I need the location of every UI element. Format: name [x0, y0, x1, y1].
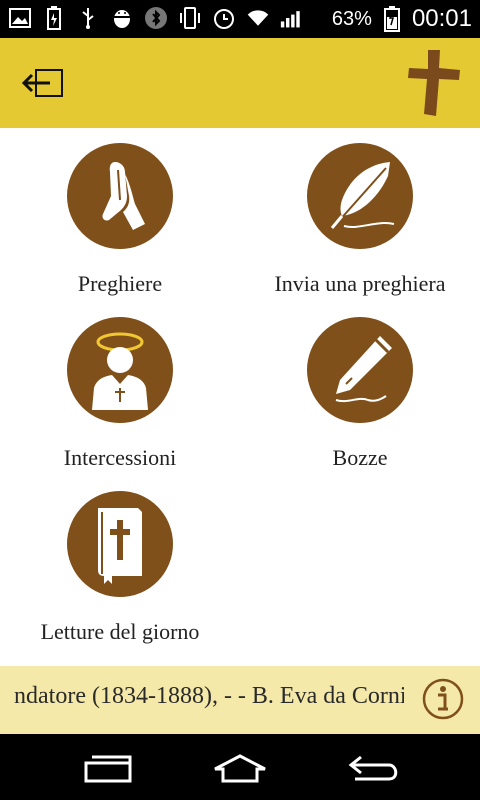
menu-label: Bozze: [332, 445, 388, 470]
status-right: 63% 00:01: [332, 4, 472, 34]
menu-item-bozze[interactable]: Bozze: [240, 317, 480, 471]
usb-icon: [76, 6, 100, 30]
status-bar: 63% 00:01: [0, 0, 480, 38]
menu-label: Preghiere: [77, 271, 163, 296]
back-icon[interactable]: [344, 748, 404, 788]
menu-label: Intercessioni: [63, 445, 177, 470]
menu-item-invia-preghiera[interactable]: Invia una preghiera: [240, 143, 480, 297]
status-left-icons: [8, 6, 304, 30]
signal-icon: [280, 6, 304, 30]
alarm-icon: [212, 6, 236, 30]
saints-ticker: ndatore (1834-1888), - - B. Eva da Corni: [0, 666, 480, 734]
menu-item-intercessioni[interactable]: Intercessioni: [0, 317, 240, 471]
bluetooth-icon: [144, 6, 168, 30]
praying-hands-icon: [67, 143, 173, 249]
system-nav-bar: [0, 734, 480, 800]
menu-label: Invia una preghiera: [274, 271, 446, 296]
info-icon[interactable]: [422, 678, 464, 720]
android-debug-icon: [110, 6, 134, 30]
menu-item-letture[interactable]: Letture del giorno: [0, 491, 240, 645]
battery-saver-icon: [42, 6, 66, 30]
vibrate-icon: [178, 6, 202, 30]
cross-icon: [406, 48, 462, 118]
ticker-text: ndatore (1834-1888), - - B. Eva da Corni: [14, 683, 404, 709]
app-header: [0, 38, 480, 128]
menu-label: Letture del giorno: [40, 619, 200, 644]
saint-halo-icon: [67, 317, 173, 423]
pen-icon: [307, 317, 413, 423]
bible-icon: [67, 491, 173, 597]
menu-item-preghiere[interactable]: Preghiere: [0, 143, 240, 297]
image-icon: [8, 6, 32, 30]
wifi-icon: [246, 6, 270, 30]
battery-percent: 63%: [331, 8, 372, 30]
battery-icon: [380, 6, 404, 32]
recent-apps-icon[interactable]: [78, 748, 138, 788]
back-arrow-icon[interactable]: [21, 64, 68, 104]
quill-feather-icon: [307, 143, 413, 249]
clock: 00:01: [411, 5, 472, 32]
home-icon[interactable]: [210, 748, 270, 788]
